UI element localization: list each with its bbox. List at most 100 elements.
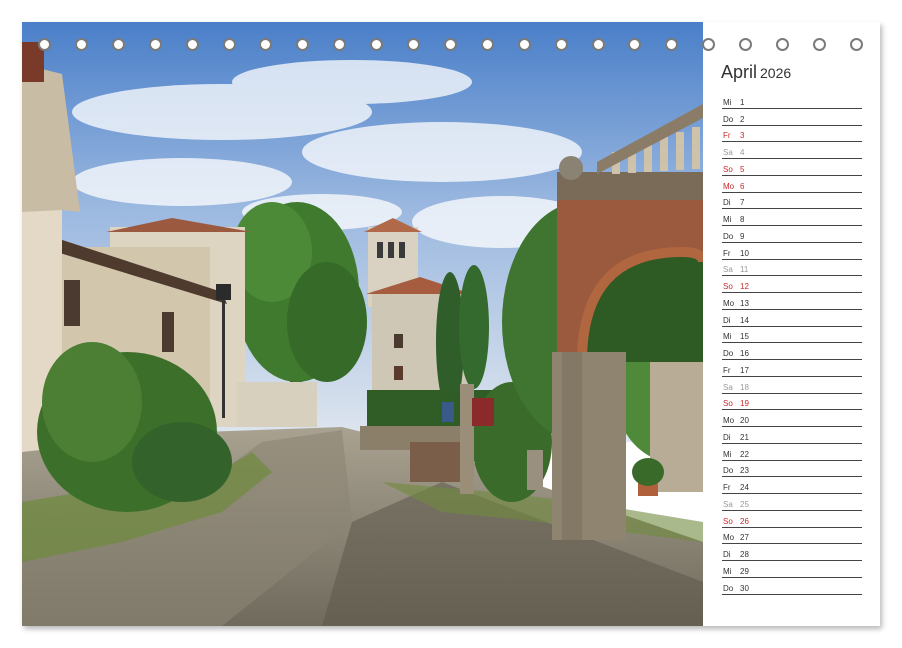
- binding-hole: [111, 38, 125, 51]
- day-number: 23: [740, 466, 749, 476]
- day-number: 9: [740, 231, 745, 241]
- day-row: Sa 11: [722, 260, 862, 277]
- day-row: Mi 15: [722, 327, 862, 344]
- year-label: 2026: [760, 65, 792, 81]
- day-number: 6: [740, 181, 745, 191]
- day-number: 17: [740, 365, 749, 375]
- day-number: 7: [740, 198, 745, 208]
- day-row: Do 16: [722, 343, 862, 360]
- day-number: 21: [740, 432, 749, 442]
- day-number: 18: [740, 382, 749, 392]
- weekday-label: Mi: [723, 449, 732, 459]
- weekday-label: Do: [723, 583, 734, 593]
- day-row: Fr 24: [722, 477, 862, 494]
- month-title: April 2026: [721, 62, 791, 83]
- day-number: 4: [740, 148, 745, 157]
- weekday-label: Do: [723, 349, 734, 358]
- weekday-label: Mi: [723, 97, 732, 107]
- day-number: 19: [740, 399, 749, 409]
- weekday-label: Do: [723, 231, 734, 241]
- weekday-label: So: [723, 516, 733, 526]
- weekday-label: Mo: [723, 416, 735, 425]
- binding-hole: [628, 38, 642, 51]
- photo-illustration: [22, 22, 703, 626]
- day-number: 13: [740, 298, 749, 308]
- day-number: 16: [740, 349, 749, 358]
- weekday-label: Mi: [723, 566, 732, 576]
- day-row: Mi 29: [722, 561, 862, 578]
- weekday-label: Sa: [723, 499, 733, 509]
- weekday-label: Di: [723, 198, 731, 208]
- day-number: 24: [740, 483, 749, 492]
- binding-hole: [849, 38, 863, 51]
- weekday-label: Mo: [723, 533, 735, 543]
- day-number: 28: [740, 550, 749, 559]
- day-row: Mi 22: [722, 444, 862, 461]
- weekday-label: Fr: [723, 131, 731, 141]
- day-row: Sa 4: [722, 142, 862, 159]
- day-number: 22: [740, 449, 749, 459]
- day-number: 2: [740, 114, 745, 124]
- day-number: 25: [740, 499, 749, 509]
- weekday-label: Sa: [723, 148, 733, 157]
- weekday-label: Sa: [723, 382, 733, 392]
- binding-hole: [812, 38, 826, 51]
- day-row: Mi 8: [722, 209, 862, 226]
- binding-hole: [739, 38, 753, 51]
- day-row: Do 9: [722, 226, 862, 243]
- binding-hole: [517, 38, 531, 51]
- binding-hole: [407, 38, 420, 51]
- weekday-label: Do: [723, 114, 734, 124]
- day-number: 27: [740, 533, 749, 543]
- weekday-label: Do: [723, 466, 734, 476]
- binding-hole: [185, 38, 199, 51]
- binding-hole: [554, 38, 568, 51]
- binding-hole: [665, 38, 679, 51]
- day-row: Fr 3: [722, 126, 862, 143]
- day-row: So 19: [722, 394, 862, 411]
- day-number: 20: [740, 416, 749, 425]
- day-number: 14: [740, 315, 749, 325]
- day-number: 11: [740, 265, 749, 275]
- day-number: 15: [740, 332, 749, 342]
- spiral-binding: [22, 38, 880, 58]
- binding-hole: [333, 38, 347, 51]
- day-row: Fr 10: [722, 243, 862, 260]
- calendar-page: April 2026 Mi 1 Do 2 Fr 3 Sa 4 So 5 Mo 6 Di 7 Mi 8 Do 9 Fr 1…: [22, 22, 880, 626]
- day-row: Mo 27: [722, 528, 862, 545]
- weekday-label: Sa: [723, 265, 733, 275]
- day-row: So 26: [722, 511, 862, 528]
- binding-hole: [480, 38, 494, 51]
- day-row: Mo 6: [722, 176, 862, 193]
- day-number: 1: [740, 97, 745, 107]
- month-name: April: [721, 62, 758, 82]
- binding-hole: [591, 38, 605, 51]
- day-number: 12: [740, 282, 749, 291]
- day-row: Mi 1: [722, 92, 862, 109]
- binding-hole: [776, 38, 789, 51]
- binding-hole: [259, 38, 273, 51]
- day-row: Di 7: [722, 193, 862, 210]
- calendar-panel: April 2026 Mi 1 Do 2 Fr 3 Sa 4 So 5 Mo 6 Di 7 Mi 8 Do 9 Fr 1…: [703, 22, 880, 626]
- weekday-label: Mo: [723, 298, 735, 308]
- weekday-label: Mi: [723, 215, 732, 224]
- weekday-label: Di: [723, 550, 731, 559]
- weekday-label: So: [723, 399, 733, 409]
- binding-hole: [702, 38, 716, 51]
- day-number: 26: [740, 516, 749, 526]
- weekday-label: So: [723, 164, 733, 174]
- weekday-label: Di: [723, 432, 731, 442]
- day-number: 29: [740, 566, 749, 576]
- weekday-label: Fr: [723, 248, 731, 258]
- binding-hole: [222, 38, 236, 51]
- weekday-label: So: [723, 282, 733, 291]
- weekday-label: Mi: [723, 332, 732, 342]
- day-row: Do 2: [722, 109, 862, 126]
- binding-hole: [148, 38, 162, 51]
- day-row: Fr 17: [722, 360, 862, 377]
- day-row: Sa 25: [722, 494, 862, 511]
- day-row: Di 21: [722, 427, 862, 444]
- binding-hole: [443, 38, 457, 51]
- day-number: 8: [740, 215, 745, 224]
- binding-hole: [370, 38, 384, 51]
